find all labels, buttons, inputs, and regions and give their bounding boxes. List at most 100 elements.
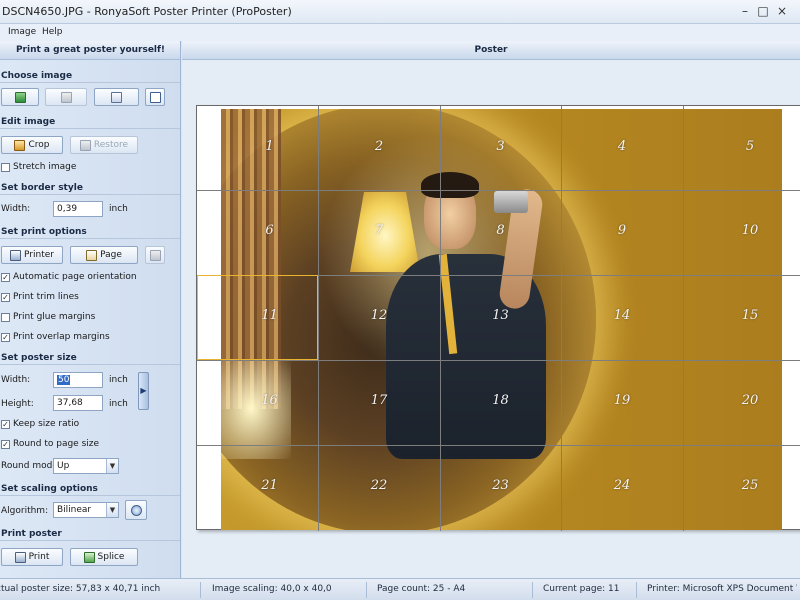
apply-size-arrow-icon[interactable]: ▶ [138,372,149,410]
print-button[interactable]: Print [1,548,63,566]
page-tile-number[interactable]: 15 [730,308,770,323]
page-tile-number[interactable]: 14 [602,308,642,323]
page-tile-number[interactable]: 8 [481,223,521,238]
grid-line-vertical [683,106,684,531]
algorithm-select[interactable]: Bilinear ▼ [53,502,119,518]
magnifier-icon [130,504,142,516]
check-icon[interactable]: ✓ [1,439,10,449]
section-edit-image: Edit image [0,115,180,129]
clipboard-icon [60,91,72,103]
page-tile-number[interactable]: 1 [250,139,290,154]
grid-line-vertical [318,106,319,531]
glue-margins-checkbox[interactable]: Print glue margins [1,312,95,322]
page-tile-number[interactable]: 5 [730,139,770,154]
section-border-style: Set border style [0,181,180,195]
status-current-page: Current page: 11 [543,584,620,594]
auto-orientation-checkbox[interactable]: ✓ Automatic page orientation [1,272,137,282]
page-tile-number[interactable]: 20 [730,393,770,408]
page-tile-number[interactable]: 3 [481,139,521,154]
page-tile-number[interactable]: 21 [250,478,290,493]
page-tile-number[interactable]: 12 [359,308,399,323]
left-panel: Print a great poster yourself! Choose im… [0,41,181,578]
printer-button[interactable]: Printer [1,246,63,264]
chevron-down-icon[interactable]: ▼ [106,459,118,473]
menu-image[interactable]: Image [8,27,36,37]
page-tile-number[interactable]: 7 [359,223,399,238]
overlap-margins-checkbox[interactable]: ✓ Print overlap margins [1,332,110,342]
chevron-down-icon[interactable]: ▼ [106,503,118,517]
poster-height-label: Height: [1,399,34,409]
status-separator [200,582,201,598]
section-poster-size: Set poster size [0,351,180,365]
open-image-button[interactable] [1,88,39,106]
maximize-button[interactable]: □ [756,4,770,18]
person [386,169,556,489]
minimize-button[interactable]: – [738,4,752,18]
page-tile-number[interactable]: 16 [250,393,290,408]
selected-page-highlight [197,275,318,360]
camera [494,191,528,213]
scan-image-button[interactable] [94,88,139,106]
page-tile-number[interactable]: 2 [359,139,399,154]
check-icon[interactable]: ✓ [1,272,10,282]
external-editor-button[interactable] [145,88,165,106]
poster-sheet: 1 2 3 4 5 6 7 8 9 10 11 12 13 14 15 16 17 18 19 20 21 22 23 24 2… [196,105,800,531]
status-page-count: Page count: 25 - A4 [377,584,466,594]
paste-image-button[interactable] [45,88,87,106]
trim-lines-checkbox[interactable]: ✓ Print trim lines [1,292,79,302]
poster-height-unit: inch [109,399,128,409]
restore-button[interactable]: Restore [70,136,138,154]
section-print-options: Set print options [0,225,180,239]
keep-ratio-checkbox[interactable]: ✓ Keep size ratio [1,419,79,429]
algorithm-label: Algorithm: [1,506,49,516]
grid-line-horizontal [197,360,800,361]
page-preview-icon [149,249,161,261]
preview-scaling-button[interactable] [125,500,147,520]
scanner-icon [111,91,122,103]
border-width-input[interactable]: 0,39 [53,201,103,217]
round-mode-select[interactable]: Up ▼ [53,458,119,474]
menu-bar: Image Help [0,24,800,41]
window-light [221,359,291,459]
page-tile-number[interactable]: 17 [359,393,399,408]
check-icon[interactable]: ✓ [1,332,10,342]
grid-line-horizontal [197,445,800,446]
page-tile-number[interactable]: 6 [250,223,290,238]
grid-line-horizontal [197,190,800,191]
status-separator [532,582,533,598]
page-tile-number[interactable]: 22 [359,478,399,493]
check-icon[interactable]: ✓ [1,419,10,429]
page-tile-number[interactable]: 9 [602,223,642,238]
page-tile-number[interactable]: 18 [481,393,521,408]
round-page-size-checkbox[interactable]: ✓ Round to page size [1,439,99,449]
page-tile-number[interactable]: 25 [730,478,770,493]
page-tile-number[interactable]: 19 [602,393,642,408]
page-tile-number[interactable]: 23 [481,478,521,493]
poster-height-input[interactable]: 37,68 [53,395,103,411]
check-icon[interactable]: ✓ [1,292,10,302]
border-width-unit: inch [109,204,128,214]
menu-help[interactable]: Help [42,27,63,37]
page-button[interactable]: Page [70,246,138,264]
crop-button[interactable]: Crop [1,136,63,154]
checkbox-box[interactable] [1,162,10,172]
grid-line-vertical [440,106,441,531]
open-image-icon [14,91,26,103]
poster-header: Poster [182,41,800,60]
stretch-image-checkbox[interactable]: Stretch image [1,162,76,172]
page-preview-button[interactable] [145,246,165,264]
status-printer: Printer: Microsoft XPS Document Writer [647,584,797,594]
splice-button[interactable]: Splice [70,548,138,566]
page-tile-number[interactable]: 4 [602,139,642,154]
page-tile-number[interactable]: 24 [602,478,642,493]
checkbox-box[interactable] [1,312,10,322]
page-tile-number[interactable]: 13 [481,308,521,323]
page-tile-number[interactable]: 10 [730,223,770,238]
page-icon [86,249,98,261]
close-button[interactable]: × [775,4,789,18]
status-separator [636,582,637,598]
poster-width-input[interactable]: 50 [53,372,103,388]
section-print-poster: Print poster [0,527,180,541]
restore-icon [79,139,91,151]
status-scaling: Image scaling: 40,0 x 40,0 [212,584,332,594]
